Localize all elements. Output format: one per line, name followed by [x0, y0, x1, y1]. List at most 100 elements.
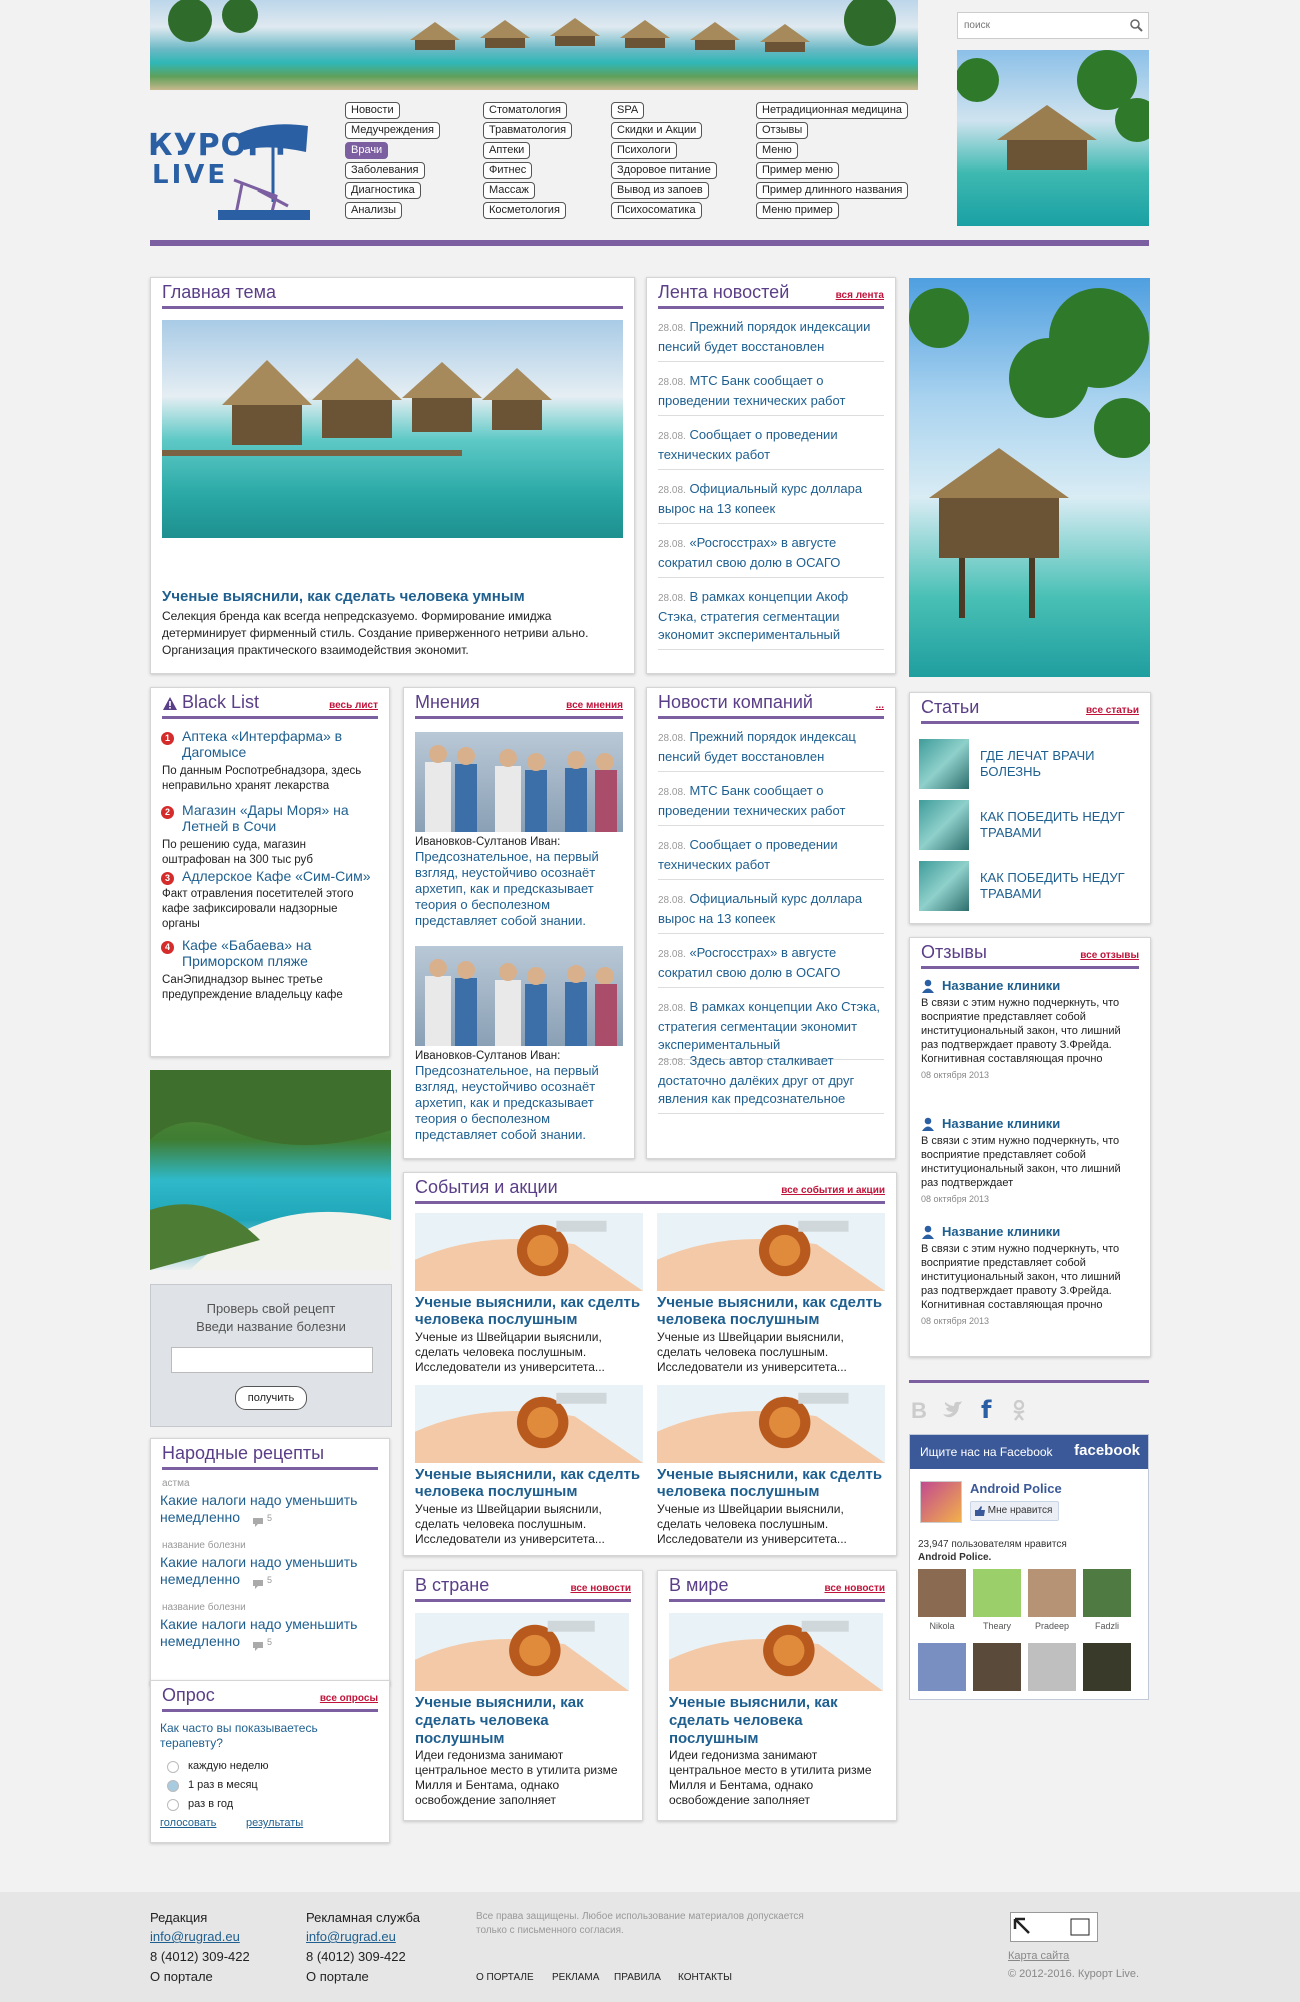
facebook-icon[interactable]: f — [981, 1396, 991, 1424]
poll-all-link[interactable]: все опросы — [320, 1693, 378, 1704]
company_news-item[interactable]: 28.08. Здесь автор сталкивает достаточно… — [658, 1052, 884, 1114]
article-title[interactable]: КАК ПОБЕДИТЬ НЕДУГ ТРАВАМИ — [980, 809, 1130, 841]
facebook-person-avatar[interactable] — [1083, 1643, 1131, 1691]
articles-all-link[interactable]: все статьи — [1086, 705, 1139, 716]
facebook-person-avatar[interactable] — [1083, 1569, 1131, 1617]
nav-item-col1-2[interactable]: Врачи — [345, 142, 389, 159]
search-icon[interactable] — [1129, 18, 1143, 32]
vk-icon[interactable]: В — [911, 1398, 927, 1424]
footer-col2-email[interactable]: info@rugrad.eu — [306, 1929, 396, 1944]
newsfeed-text[interactable]: Официальный курс доллара вырос на 13 коп… — [658, 481, 862, 516]
nav-item-col4-2[interactable]: Меню — [756, 142, 798, 159]
company_news-item[interactable]: 28.08. В рамках концепции Ако Стэка, стр… — [658, 998, 884, 1060]
newsfeed-text[interactable]: Прежний порядок индексации пенсий будет … — [658, 319, 870, 354]
newsfeed-item[interactable]: 28.08. «Росгосстрах» в августе сократил … — [658, 534, 884, 578]
event-image[interactable] — [657, 1385, 885, 1463]
company_news-item[interactable]: 28.08. Прежний порядок индексац пенсий б… — [658, 728, 884, 772]
newsfeed-text[interactable]: В рамках концепции Акоф Стэка, стратегия… — [658, 589, 848, 642]
newsfeed-item[interactable]: 28.08. Официальный курс доллара вырос на… — [658, 480, 884, 524]
sitemap-link[interactable]: Карта сайта — [1008, 1950, 1069, 1962]
footer-link[interactable]: РЕКЛАМА — [552, 1972, 599, 1983]
world-all-link[interactable]: все новости — [824, 1583, 885, 1594]
world-headline[interactable]: Ученые выяснили, как сделать человека по… — [669, 1694, 883, 1748]
nav-item-col1-5[interactable]: Анализы — [345, 202, 403, 219]
review-clinic-name[interactable]: Название клиники — [942, 1116, 1060, 1131]
article-thumb[interactable] — [919, 861, 969, 911]
article-thumb[interactable] — [919, 800, 969, 850]
right-banner-image[interactable] — [909, 278, 1150, 677]
nav-item-col2-4[interactable]: Массаж — [483, 182, 535, 199]
facebook-like-button[interactable]: Мне нравится — [970, 1501, 1060, 1521]
event-title[interactable]: Ученые выяснили, как сделть человека пос… — [415, 1294, 645, 1328]
sitemap-icon[interactable] — [1010, 1912, 1098, 1942]
twitter-icon[interactable] — [941, 1400, 963, 1420]
facebook-person-avatar[interactable] — [918, 1569, 966, 1617]
nav-item-col1-4[interactable]: Диагностика — [345, 182, 421, 199]
nav-item-col4-0[interactable]: Нетрадиционная медицина — [756, 102, 909, 119]
newsfeed-item[interactable]: 28.08. МТС Банк сообщает о проведении те… — [658, 372, 884, 416]
vote-link[interactable]: голосовать — [160, 1817, 216, 1829]
nav-item-col2-1[interactable]: Травматология — [483, 122, 573, 139]
blacklist-item-title[interactable]: Адлерское Кафе «Сим-Сим» — [182, 868, 377, 884]
review-clinic-name[interactable]: Название клиники — [942, 978, 1060, 993]
newsfeed-item[interactable]: 28.08. В рамках концепции Акоф Стэка, ст… — [658, 588, 884, 650]
blacklist-item-title[interactable]: Магазин «Дары Моря» на Летней в Сочи — [182, 802, 377, 834]
poll-radio[interactable] — [167, 1780, 179, 1792]
main-topic-headline[interactable]: Ученые выяснили, как сделать человека ум… — [162, 588, 623, 606]
company_news-item[interactable]: 28.08. МТС Банк сообщает о проведении те… — [658, 782, 884, 826]
event-title[interactable]: Ученые выяснили, как сделть человека пос… — [657, 1294, 887, 1328]
company_news-item[interactable]: 28.08. «Росгосстрах» в августе сократил … — [658, 944, 884, 988]
opinion-text[interactable]: Предсознательное, на первый взгляд, неус… — [415, 1063, 629, 1143]
event-image[interactable] — [657, 1213, 885, 1291]
nav-item-col1-1[interactable]: Медучреждения — [345, 122, 440, 139]
nav-item-col2-3[interactable]: Фитнес — [483, 162, 533, 179]
article-thumb[interactable] — [919, 739, 969, 789]
company-news-more-link[interactable]: ... — [876, 700, 884, 711]
newsfeed-text[interactable]: «Росгосстрах» в августе сократил свою до… — [658, 535, 840, 570]
blacklist-all-link[interactable]: весь лист — [329, 700, 378, 711]
company_news-item[interactable]: 28.08. Сообщает о проведении технических… — [658, 836, 884, 880]
facebook-person-avatar[interactable] — [918, 1643, 966, 1691]
company_news-text[interactable]: Прежний порядок индексац пенсий будет во… — [658, 729, 856, 764]
newsfeed-all-link[interactable]: вся лента — [836, 290, 884, 301]
nav-item-col3-2[interactable]: Психологи — [611, 142, 677, 159]
nav-item-col4-1[interactable]: Отзывы — [756, 122, 809, 139]
nav-item-col3-0[interactable]: SPA — [611, 102, 645, 119]
event-title[interactable]: Ученые выяснили, как сделть человека пос… — [415, 1466, 645, 1500]
footer-link[interactable]: О ПОРТАЛЕ — [476, 1972, 534, 1983]
footer-col1-link[interactable]: О портале — [150, 1969, 213, 1984]
nav-item-col3-5[interactable]: Психосоматика — [611, 202, 702, 219]
site-logo[interactable]: КУРОРТ LIVE — [148, 122, 313, 222]
island-image[interactable] — [150, 1070, 391, 1270]
footer-col2-link[interactable]: О портале — [306, 1969, 369, 1984]
newsfeed-text[interactable]: МТС Банк сообщает о проведении техническ… — [658, 373, 845, 408]
facebook-person-avatar[interactable] — [973, 1643, 1021, 1691]
facebook-person-avatar[interactable] — [1028, 1569, 1076, 1617]
nav-item-col2-5[interactable]: Косметология — [483, 202, 566, 219]
footer-link[interactable]: ПРАВИЛА — [614, 1972, 661, 1983]
main-topic-image[interactable] — [162, 320, 623, 538]
blacklist-item-title[interactable]: Кафе «Бабаева» на Приморском пляже — [182, 937, 377, 969]
world-image[interactable] — [669, 1613, 883, 1691]
nav-item-col3-3[interactable]: Здоровое питание — [611, 162, 717, 179]
nav-item-col3-1[interactable]: Скидки и Акции — [611, 122, 703, 139]
nav-item-col4-4[interactable]: Пример длинного названия — [756, 182, 909, 199]
nav-item-col4-5[interactable]: Меню пример — [756, 202, 839, 219]
company_news-text[interactable]: МТС Банк сообщает о проведении техническ… — [658, 783, 845, 818]
facebook-page-avatar[interactable] — [920, 1481, 962, 1523]
search-input[interactable] — [962, 16, 1116, 35]
disease-input[interactable] — [171, 1347, 373, 1373]
event-image[interactable] — [415, 1213, 643, 1291]
article-title[interactable]: КАК ПОБЕДИТЬ НЕДУГ ТРАВАМИ — [980, 870, 1130, 902]
company_news-text[interactable]: Здесь автор сталкивает достаточно далёки… — [658, 1053, 854, 1106]
company_news-text[interactable]: В рамках концепции Ако Стэка, стратегия … — [658, 999, 880, 1052]
company_news-item[interactable]: 28.08. Официальный курс доллара вырос на… — [658, 890, 884, 934]
newsfeed-item[interactable]: 28.08. Прежний порядок индексации пенсий… — [658, 318, 884, 362]
facebook-person-avatar[interactable] — [1028, 1643, 1076, 1691]
get-recipe-button[interactable]: получить — [235, 1386, 307, 1410]
nav-item-col2-0[interactable]: Стоматология — [483, 102, 567, 119]
nav-item-col1-3[interactable]: Заболевания — [345, 162, 425, 179]
event-title[interactable]: Ученые выяснили, как сделть человека пос… — [657, 1466, 887, 1500]
nav-item-col2-2[interactable]: Аптеки — [483, 142, 531, 159]
poll-radio[interactable] — [167, 1761, 179, 1773]
